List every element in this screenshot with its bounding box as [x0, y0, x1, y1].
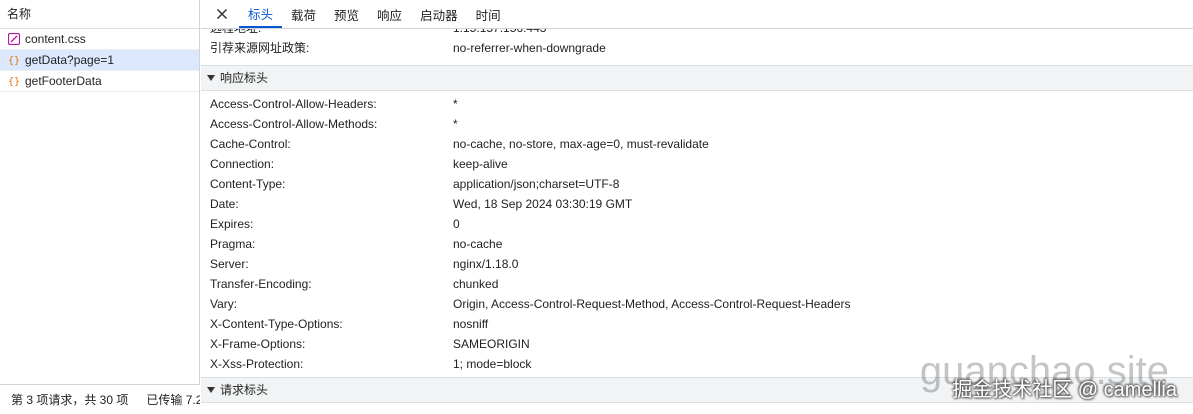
header-value: 0	[453, 217, 460, 231]
response-header-row: X-Frame-Options: SAMEORIGIN	[201, 334, 1193, 354]
header-value: *	[453, 97, 458, 111]
headers-content: 远程地址: 1.15.157.156:443 引荐来源网址政策: no-refe…	[201, 29, 1193, 414]
request-details-pane: 标头 载荷 预览 响应 启动器 时间 远程地址: 1.15.157.156:44…	[201, 0, 1193, 414]
name-column-header[interactable]: 名称	[0, 0, 199, 29]
header-key: X-Xss-Protection:	[210, 357, 304, 371]
header-key: X-Content-Type-Options:	[210, 317, 343, 331]
header-value: no-cache, no-store, max-age=0, must-reva…	[453, 137, 709, 151]
header-key: Access-Control-Allow-Methods:	[210, 117, 378, 131]
response-header-row: Expires: 0	[201, 214, 1193, 234]
response-header-row: Server: nginx/1.18.0	[201, 254, 1193, 274]
header-key: Pragma:	[210, 237, 256, 251]
section-title: 响应标头	[220, 71, 269, 85]
close-icon[interactable]	[211, 0, 233, 28]
response-header-row: X-Content-Type-Options: nosniff	[201, 314, 1193, 334]
tab-response[interactable]: 响应	[368, 0, 411, 28]
expand-triangle-icon	[207, 387, 215, 393]
header-value: *	[453, 117, 458, 131]
css-file-icon	[8, 33, 20, 45]
request-name: getFooterData	[25, 73, 102, 88]
request-count: 第 3 项请求，共 30 项	[11, 393, 129, 407]
tab-payload[interactable]: 载荷	[282, 0, 325, 28]
response-header-row: Access-Control-Allow-Methods: *	[201, 114, 1193, 134]
header-value: 1.15.157.156:443	[453, 29, 546, 38]
general-row-referrer-policy: 引荐来源网址政策: no-referrer-when-downgrade	[201, 38, 1193, 58]
svg-text:{}: {}	[8, 77, 20, 88]
request-name: getData?page=1	[25, 52, 115, 67]
request-name: content.css	[25, 31, 86, 46]
header-value: nosniff	[453, 317, 489, 331]
tab-preview[interactable]: 预览	[325, 0, 368, 28]
details-tabbar: 标头 载荷 预览 响应 启动器 时间	[201, 0, 1193, 29]
header-key: 远程地址:	[201, 29, 453, 38]
header-value: keep-alive	[453, 157, 508, 171]
response-header-row: Vary: Origin, Access-Control-Request-Meth…	[201, 294, 1193, 314]
header-value: nginx/1.18.0	[453, 257, 519, 271]
header-key: X-Frame-Options:	[210, 337, 306, 351]
tab-initiator[interactable]: 启动器	[411, 0, 467, 28]
header-value: chunked	[453, 277, 499, 291]
request-list-pane: 名称 content.css {} getData?page=1 {} getF…	[0, 0, 200, 414]
header-value: no-cache	[453, 237, 503, 251]
response-header-row: Transfer-Encoding: chunked	[201, 274, 1193, 294]
header-key: 引荐来源网址政策:	[210, 41, 310, 55]
expand-triangle-icon	[207, 75, 215, 81]
response-headers-section-toggle[interactable]: 响应标头	[201, 65, 1193, 91]
header-key: Transfer-Encoding:	[210, 277, 312, 291]
header-key: Access-Control-Allow-Headers:	[210, 97, 377, 111]
header-value: Origin, Access-Control-Request-Method, A…	[453, 297, 851, 311]
tab-headers[interactable]: 标头	[239, 0, 283, 28]
request-row-getfooterdata[interactable]: {} getFooterData	[0, 71, 199, 92]
header-value: Wed, 18 Sep 2024 03:30:19 GMT	[453, 197, 633, 211]
header-key: Content-Type:	[210, 177, 286, 191]
response-header-row: X-Xss-Protection: 1; mode=block	[201, 354, 1193, 374]
response-header-row: Date: Wed, 18 Sep 2024 03:30:19 GMT	[201, 194, 1193, 214]
header-value: application/json;charset=UTF-8	[453, 177, 620, 191]
json-file-icon: {}	[8, 75, 20, 88]
response-headers-list: Access-Control-Allow-Headers: * Access-Con…	[201, 91, 1193, 374]
header-key: Date:	[210, 197, 239, 211]
response-header-row: Access-Control-Allow-Headers: *	[201, 94, 1193, 114]
header-value: no-referrer-when-downgrade	[453, 41, 606, 55]
tab-timing[interactable]: 时间	[467, 0, 510, 28]
response-header-row: Pragma: no-cache	[201, 234, 1193, 254]
json-file-icon: {}	[8, 54, 20, 67]
response-header-row: Content-Type: application/json;charset=UT…	[201, 174, 1193, 194]
header-key: Connection:	[210, 157, 275, 171]
status-bar: 第 3 项请求，共 30 项 已传输 7.2	[0, 384, 200, 414]
header-key: Cache-Control:	[210, 137, 291, 151]
header-key: Vary:	[210, 297, 238, 311]
header-key: Expires:	[210, 217, 254, 231]
header-value: 1; mode=block	[453, 357, 532, 371]
svg-text:{}: {}	[8, 56, 20, 67]
section-title: 请求标头	[220, 383, 269, 397]
request-headers-section-toggle[interactable]: 请求标头	[201, 377, 1193, 403]
response-header-row: Cache-Control: no-cache, no-store, max-ag…	[201, 134, 1193, 154]
header-value: SAMEORIGIN	[453, 337, 530, 351]
header-key: Server:	[210, 257, 249, 271]
transferred-size: 已传输 7.2	[146, 393, 200, 407]
devtools-network-panel: 名称 content.css {} getData?page=1 {} getF…	[0, 0, 1193, 414]
general-row-remote-address: 远程地址: 1.15.157.156:443	[201, 29, 1193, 38]
response-header-row: Connection: keep-alive	[201, 154, 1193, 174]
request-row-getdata[interactable]: {} getData?page=1	[0, 50, 199, 71]
request-row-content-css[interactable]: content.css	[0, 29, 199, 50]
